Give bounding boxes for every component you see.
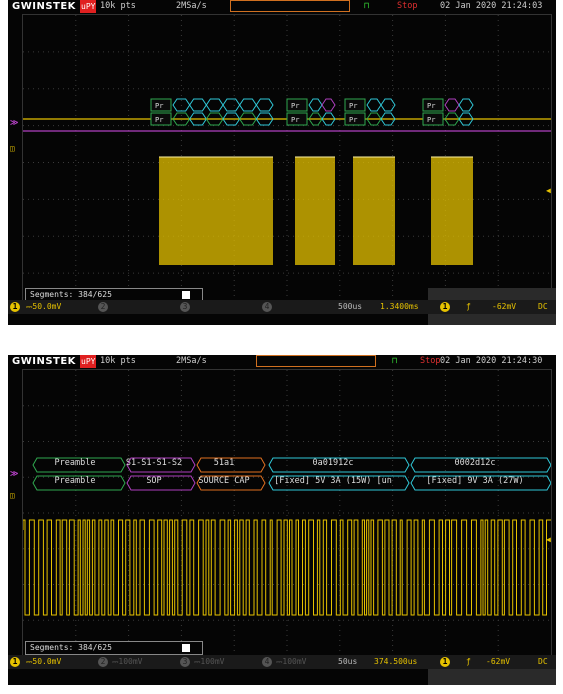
trigger-level[interactable]: -62mV bbox=[486, 655, 510, 669]
decode-packet-box bbox=[321, 98, 336, 112]
segments-indicator: Segments: 384/625 bbox=[25, 641, 203, 655]
record-length: 10k pts bbox=[100, 1, 136, 11]
decode-label: S1-S1-S1-S2 bbox=[125, 458, 183, 468]
signal-trace bbox=[23, 519, 551, 616]
trigger-level[interactable]: -62mV bbox=[492, 300, 516, 314]
horizontal-position[interactable]: 1.3400ms bbox=[380, 300, 419, 314]
scope1-header: GWINSTEK uPY 10k pts 2MSa/s ⊓ Stop 02 Ja… bbox=[8, 0, 556, 13]
timebase[interactable]: 50us bbox=[338, 655, 357, 669]
decode-packet-box bbox=[222, 98, 241, 112]
timebase[interactable]: 500us bbox=[338, 300, 362, 314]
waveform-area[interactable]: Pr Pr Pr Pr Pr Pr Pr Pr bbox=[22, 14, 552, 311]
waveform-plot: Pr Pr Pr Pr Pr Pr Pr Pr bbox=[23, 15, 551, 310]
oscilloscope-screen-2: GWINSTEK uPY 10k pts 2MSa/s ⊓ Stop 02 Ja… bbox=[8, 355, 556, 685]
ch2-icon[interactable]: 2 bbox=[98, 657, 108, 667]
decode-packet-box bbox=[308, 98, 323, 112]
decode-packet-box bbox=[444, 98, 460, 112]
horizontal-position[interactable]: 374.500us bbox=[374, 655, 417, 669]
decode-packet-box bbox=[205, 98, 224, 112]
decode-label: 51a1 bbox=[213, 458, 235, 468]
trigger-source-icon[interactable]: 1 bbox=[440, 302, 450, 312]
datetime: 02 Jan 2020 21:24:03 bbox=[440, 1, 543, 11]
segments-cursor bbox=[182, 644, 190, 652]
segments-label: Segments: 384/625 bbox=[30, 290, 112, 299]
decode-marker-text: Pr bbox=[291, 102, 299, 110]
waveform-plot bbox=[23, 370, 551, 656]
decode-marker-text: Pr bbox=[291, 116, 299, 124]
mode-badge: uPY bbox=[80, 0, 97, 13]
coupling[interactable]: DC bbox=[538, 300, 548, 314]
sample-rate: 2MSa/s bbox=[176, 356, 207, 366]
coupling[interactable]: DC bbox=[538, 655, 548, 669]
decode-marker-text: Pr bbox=[155, 102, 163, 110]
decode-label: Preamble bbox=[54, 458, 96, 468]
decode-packet-box bbox=[366, 98, 382, 112]
ch4-icon[interactable]: 4 bbox=[262, 302, 272, 312]
run-status: Stop bbox=[397, 1, 418, 11]
brand-logo: GWINSTEK bbox=[12, 356, 76, 367]
decode-label: SOURCE CAP bbox=[198, 476, 250, 486]
ch3-scale[interactable]: ⎓ 100mV bbox=[194, 655, 224, 669]
decode-marker-icon: ◫ bbox=[10, 491, 15, 500]
ch4-scale[interactable]: ⎓ 100mV bbox=[276, 655, 306, 669]
ch1-icon[interactable]: 1 bbox=[10, 302, 20, 312]
decode-label: 0002d12c bbox=[454, 458, 496, 468]
ch2-icon[interactable]: 2 bbox=[98, 302, 108, 312]
decode-packet-box bbox=[189, 98, 207, 112]
datetime: 02 Jan 2020 21:24:30 bbox=[440, 356, 543, 366]
trigger-slope-icon[interactable]: ƒ bbox=[466, 300, 471, 314]
signal-burst bbox=[353, 157, 395, 265]
decode-label: [Fixed] 5V 3A (15W) [un bbox=[274, 476, 392, 486]
trigger-status-icon: ⊓ bbox=[392, 356, 398, 366]
waveform-area[interactable] bbox=[22, 369, 552, 657]
ch2-scale[interactable]: ⎓ 100mV bbox=[112, 655, 142, 669]
bus-marker-icon: ≫ bbox=[10, 469, 19, 478]
sample-rate: 2MSa/s bbox=[176, 1, 207, 11]
decode-marker-text: Pr bbox=[427, 116, 435, 124]
ch4-icon[interactable]: 4 bbox=[262, 657, 272, 667]
run-status: Stop bbox=[420, 356, 441, 366]
signal-burst bbox=[295, 157, 335, 265]
trigger-position-bar bbox=[256, 355, 376, 367]
trigger-slope-icon[interactable]: ƒ bbox=[466, 655, 471, 669]
decode-packet-box bbox=[239, 98, 257, 112]
bus-marker-icon: ≫ bbox=[10, 118, 19, 127]
segments-label: Segments: 384/625 bbox=[30, 643, 112, 652]
decode-marker-text: Pr bbox=[427, 102, 435, 110]
signal-burst bbox=[431, 157, 473, 265]
trigger-level-icon: ◀ bbox=[546, 535, 551, 544]
ch1-scale[interactable]: ⎓ 50.0mV bbox=[26, 655, 61, 669]
brand-logo: GWINSTEK bbox=[12, 1, 76, 12]
decode-marker-icon: ◫ bbox=[10, 144, 15, 153]
decode-packet-box bbox=[255, 98, 274, 112]
decode-marker-text: Pr bbox=[349, 116, 357, 124]
ch1-scale[interactable]: ⎓ 50.0mV bbox=[26, 300, 61, 314]
decode-marker-text: Pr bbox=[349, 102, 357, 110]
decode-marker-text: Pr bbox=[155, 116, 163, 124]
trigger-source-icon[interactable]: 1 bbox=[440, 657, 450, 667]
trigger-position-bar bbox=[230, 0, 350, 12]
trigger-level-icon: ◀ bbox=[546, 186, 551, 195]
decode-label: 0a01912c bbox=[312, 458, 354, 468]
signal-burst bbox=[159, 157, 273, 265]
decode-label: SOP bbox=[146, 476, 162, 486]
decode-label: Preamble bbox=[54, 476, 96, 486]
segments-cursor bbox=[182, 291, 190, 299]
scope1-footer: 1 ⎓ 50.0mV 2 3 4 500us 1.3400ms 1 ƒ -62m… bbox=[8, 300, 556, 314]
ch1-icon[interactable]: 1 bbox=[10, 657, 20, 667]
scope2-footer: 1 ⎓ 50.0mV 2 ⎓ 100mV 3 ⎓ 100mV 4 ⎓ 100mV… bbox=[8, 655, 556, 669]
decode-label: [Fixed] 9V 3A (27W) bbox=[426, 476, 524, 486]
mode-badge: uPY bbox=[80, 355, 97, 368]
trigger-status-icon: ⊓ bbox=[364, 1, 370, 11]
record-length: 10k pts bbox=[100, 356, 136, 366]
ch3-icon[interactable]: 3 bbox=[180, 657, 190, 667]
oscilloscope-screen-1: GWINSTEK uPY 10k pts 2MSa/s ⊓ Stop 02 Ja… bbox=[8, 0, 556, 325]
scope2-header: GWINSTEK uPY 10k pts 2MSa/s ⊓ Stop 02 Ja… bbox=[8, 355, 556, 368]
ch3-icon[interactable]: 3 bbox=[180, 302, 190, 312]
decode-packet-box bbox=[458, 98, 474, 112]
